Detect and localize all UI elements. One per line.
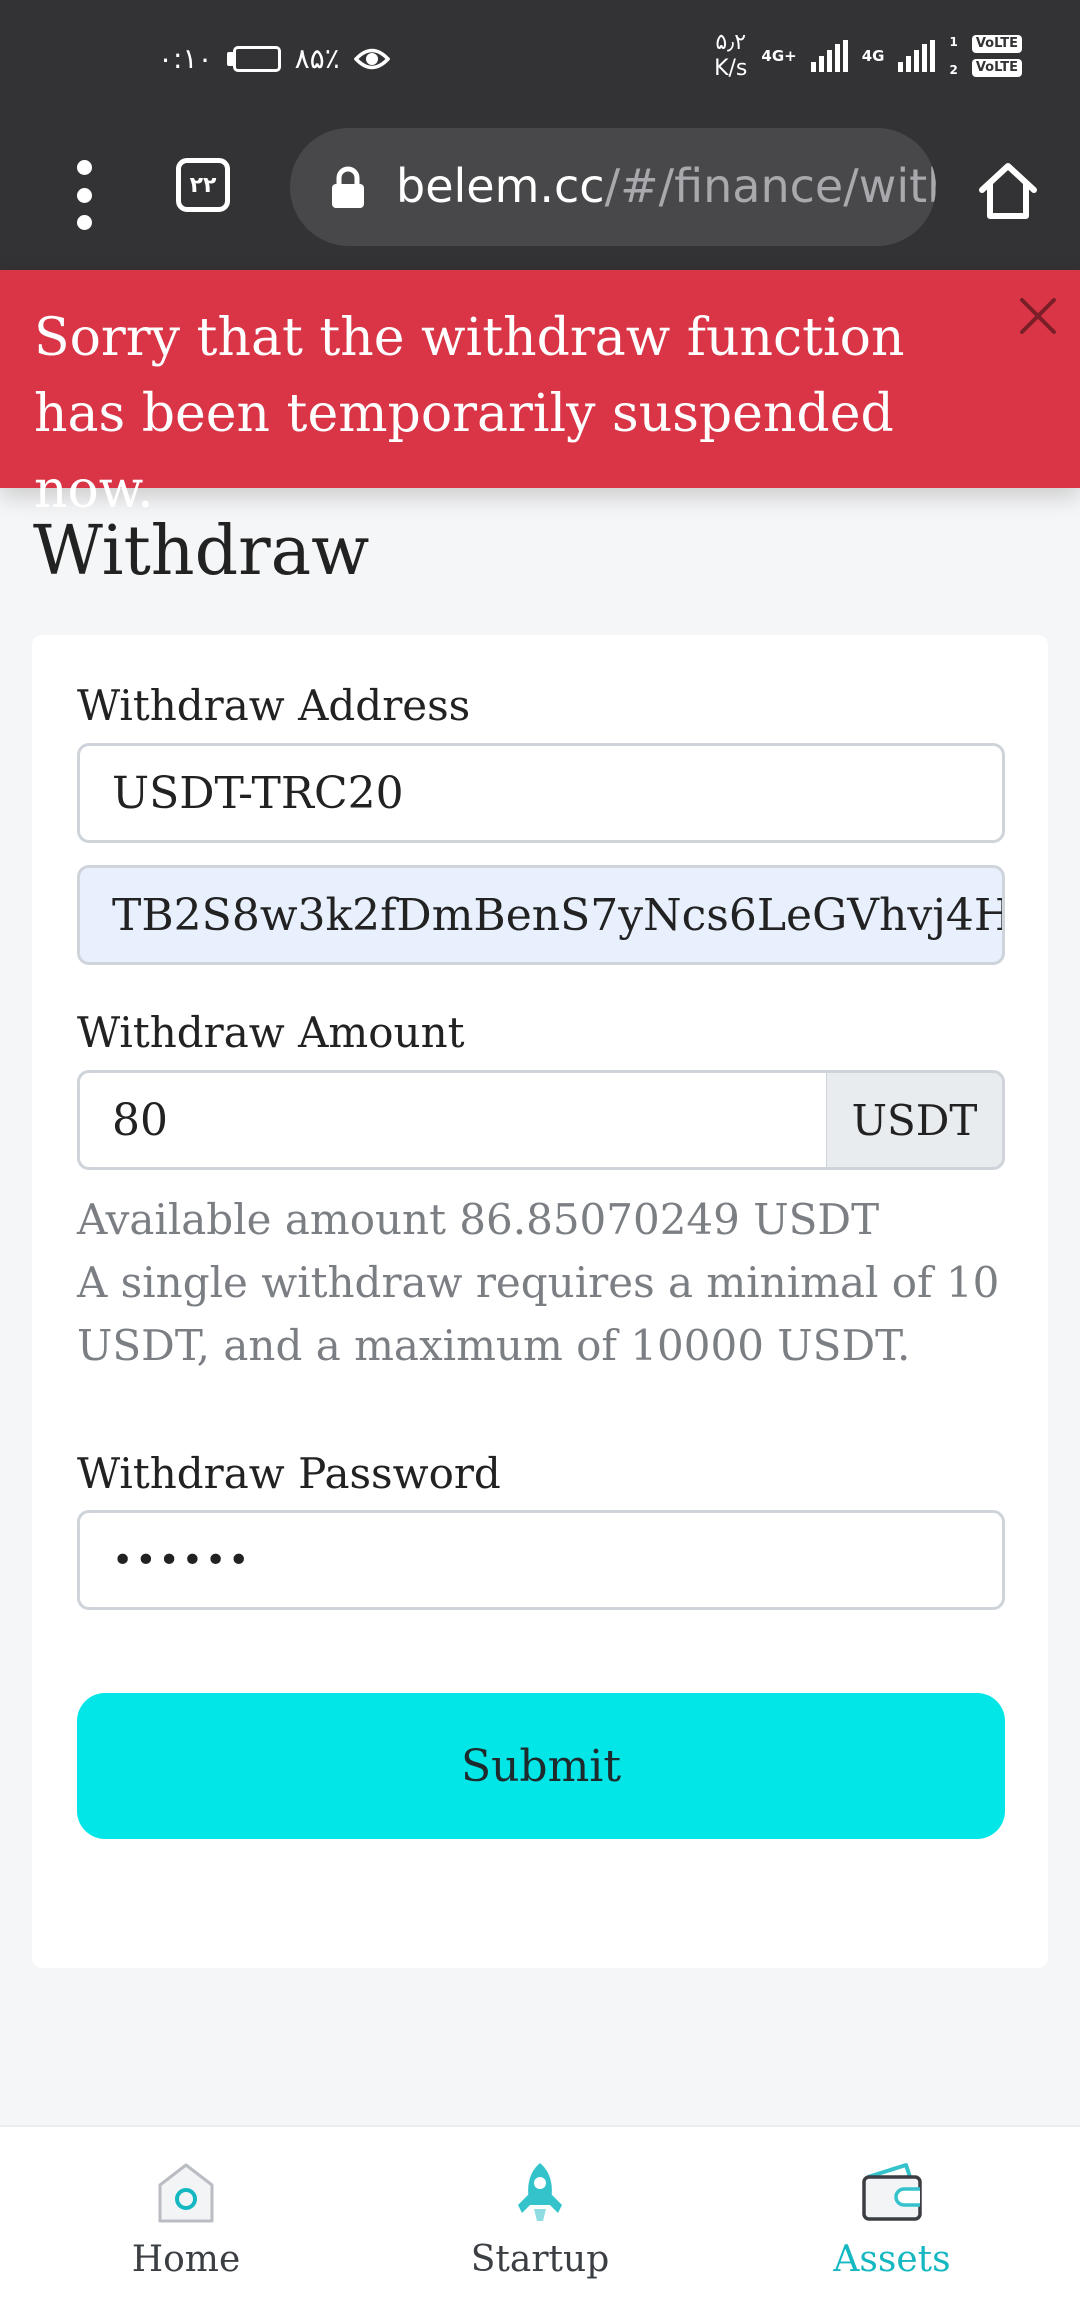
amount-help-text: Available amount 86.85070249 USDT A sing… — [77, 1188, 1007, 1377]
nav-item-assets[interactable]: Assets — [742, 2127, 1042, 2312]
withdraw-address-input[interactable]: TB2S8w3k2fDmBenS7yNcs6LeGVhvj4Hpvi — [77, 865, 1005, 965]
volte-badge-2: VoLTE — [971, 59, 1022, 77]
status-right: ۵٫۲ K/s 4G+ 4G 1 2 VoLTE VoLTE — [714, 30, 1022, 82]
submit-button[interactable]: Submit — [77, 1693, 1005, 1839]
battery-percent: ۸۵٪ — [294, 42, 340, 75]
nav-label-home: Home — [131, 2239, 241, 2280]
network-speed: ۵٫۲ K/s — [714, 30, 748, 81]
status-bar: ۰:۱۰ ۸۵٪ ۵٫۲ K/s 4G+ 4G 1 2 VoLTE VoLTE — [0, 0, 1080, 120]
home-icon — [158, 2163, 214, 2223]
withdraw-password-label: Withdraw Password — [77, 1449, 501, 1498]
alert-message: Sorry that the withdraw function has bee… — [34, 308, 905, 520]
rocket-icon — [518, 2163, 562, 2221]
bottom-navigation: Home Startup Assets — [0, 2125, 1080, 2312]
volte-badges: VoLTE VoLTE — [971, 35, 1022, 77]
wallet-icon — [862, 2163, 922, 2221]
error-alert: Sorry that the withdraw function has bee… — [0, 270, 1080, 520]
signal-icon-2 — [898, 40, 936, 72]
signal-icon-1 — [810, 40, 848, 72]
withdraw-limits-text: A single withdraw requires a minimal of … — [77, 1258, 1000, 1370]
nav-item-startup[interactable]: Startup — [390, 2127, 690, 2312]
url-text: belem.cc/#/finance/with — [396, 156, 936, 216]
browser-home-icon[interactable] — [976, 158, 1040, 222]
status-time: ۰:۱۰ — [158, 42, 213, 75]
address-bar[interactable]: belem.cc/#/finance/with — [290, 128, 936, 246]
close-icon[interactable] — [1018, 296, 1058, 336]
status-left: ۰:۱۰ ۸۵٪ — [158, 42, 390, 75]
withdraw-amount-input[interactable]: 80 — [77, 1070, 829, 1170]
url-path: /#/finance/with — [604, 159, 936, 213]
withdraw-address-label: Withdraw Address — [77, 681, 471, 730]
battery-icon — [226, 45, 281, 72]
nav-item-home[interactable]: Home — [36, 2127, 336, 2312]
withdraw-password-input[interactable]: •••••• — [77, 1510, 1005, 1610]
menu-icon[interactable] — [74, 160, 94, 230]
lock-icon — [332, 166, 364, 208]
tab-switcher-button[interactable]: ۲۲ — [176, 158, 230, 212]
amount-unit-addon: USDT — [827, 1070, 1005, 1170]
available-amount-text: Available amount 86.85070249 USDT — [77, 1195, 880, 1244]
network-type-1: 4G+ — [761, 47, 797, 65]
volte-badge-1: VoLTE — [971, 35, 1022, 53]
withdraw-amount-label: Withdraw Amount — [77, 1008, 465, 1057]
network-type-2: 4G — [861, 47, 885, 65]
nav-label-startup: Startup — [470, 2239, 610, 2280]
network-select[interactable]: USDT-TRC20 — [77, 743, 1005, 843]
sim-indicators: 1 2 — [949, 35, 958, 77]
eye-icon — [353, 48, 390, 69]
browser-toolbar: ۲۲ belem.cc/#/finance/with — [0, 120, 1080, 270]
withdraw-form-card: Withdraw Address USDT-TRC20 TB2S8w3k2fDm… — [32, 635, 1048, 1968]
url-host: belem.cc — [396, 159, 605, 213]
nav-label-assets: Assets — [833, 2239, 951, 2280]
